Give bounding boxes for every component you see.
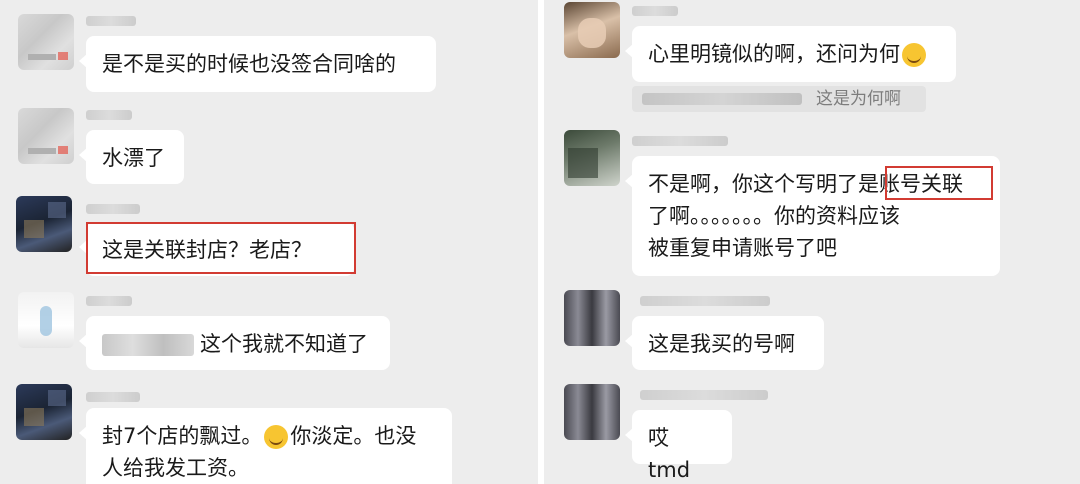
message-text: 哎 tmd (648, 426, 691, 482)
message-text: 水漂了 (102, 146, 165, 170)
laughing-tears-emoji-icon (264, 425, 289, 449)
thinking-face-emoji-icon (902, 43, 926, 67)
quoted-reply[interactable]: 这是为何啊 (632, 86, 926, 112)
avatar[interactable] (16, 384, 72, 440)
avatar[interactable] (564, 290, 620, 346)
message-text: 了啊。。。。。。。你的资料应该 (648, 204, 900, 228)
quoted-text: 这是为何啊 (816, 89, 901, 109)
message-text: 封7个店的飘过。 (102, 424, 263, 448)
sender-name-blurred (632, 6, 678, 16)
left-chat-panel: 是不是买的时候也没签合同啥的 水漂了 这是关联封店？老店？ 这个我就不知道了 封… (0, 0, 538, 484)
avatar[interactable] (16, 196, 72, 252)
message-bubble[interactable]: 水漂了 (79, 130, 184, 184)
sender-name-blurred (632, 136, 728, 146)
message-text: 你淡定。也没 (290, 424, 417, 448)
message-bubble[interactable]: 哎 tmd (625, 410, 732, 482)
message-text: 这是我买的号啊 (648, 332, 795, 356)
message-text: 不是啊，你这个写明了是 (648, 172, 879, 196)
highlight-box (885, 166, 993, 200)
avatar[interactable] (18, 108, 74, 164)
message-text: 是不是买的时候也没签合同啥的 (102, 52, 396, 76)
message-bubble[interactable]: 这个我就不知道了 (79, 316, 390, 370)
avatar[interactable] (564, 384, 620, 440)
message-bubble[interactable]: 是不是买的时候也没签合同啥的 (79, 36, 436, 92)
avatar[interactable] (18, 292, 74, 348)
message-bubble[interactable]: 心里明镜似的啊，还问为何 (625, 26, 956, 82)
sender-name-blurred (640, 390, 768, 400)
avatar[interactable] (18, 14, 74, 70)
sender-name-blurred (86, 296, 132, 306)
sender-name-blurred (86, 110, 132, 120)
avatar[interactable] (564, 130, 620, 186)
message-text: 人给我发工资。 (102, 456, 249, 480)
highlight-box (86, 222, 356, 274)
message-text: 这个我就不知道了 (200, 332, 368, 356)
blurred-mention (102, 334, 194, 356)
blurred-quote-sender (642, 93, 802, 105)
sender-name-blurred (640, 296, 770, 306)
avatar[interactable] (564, 2, 620, 58)
message-bubble[interactable]: 这是我买的号啊 (625, 316, 824, 370)
sender-name-blurred (86, 204, 140, 214)
message-text: 心里明镜似的啊，还问为何 (648, 42, 900, 66)
sender-name-blurred (86, 392, 140, 402)
message-bubble[interactable]: 封7个店的飘过。 你淡定。也没 人给我发工资。 (79, 408, 452, 484)
sender-name-blurred (86, 16, 136, 26)
right-chat-panel: 心里明镜似的啊，还问为何 这是为何啊 不是啊，你这个写明了是账号关联 了啊。。。… (544, 0, 1080, 484)
message-text: 被重复申请账号了吧 (648, 236, 837, 260)
